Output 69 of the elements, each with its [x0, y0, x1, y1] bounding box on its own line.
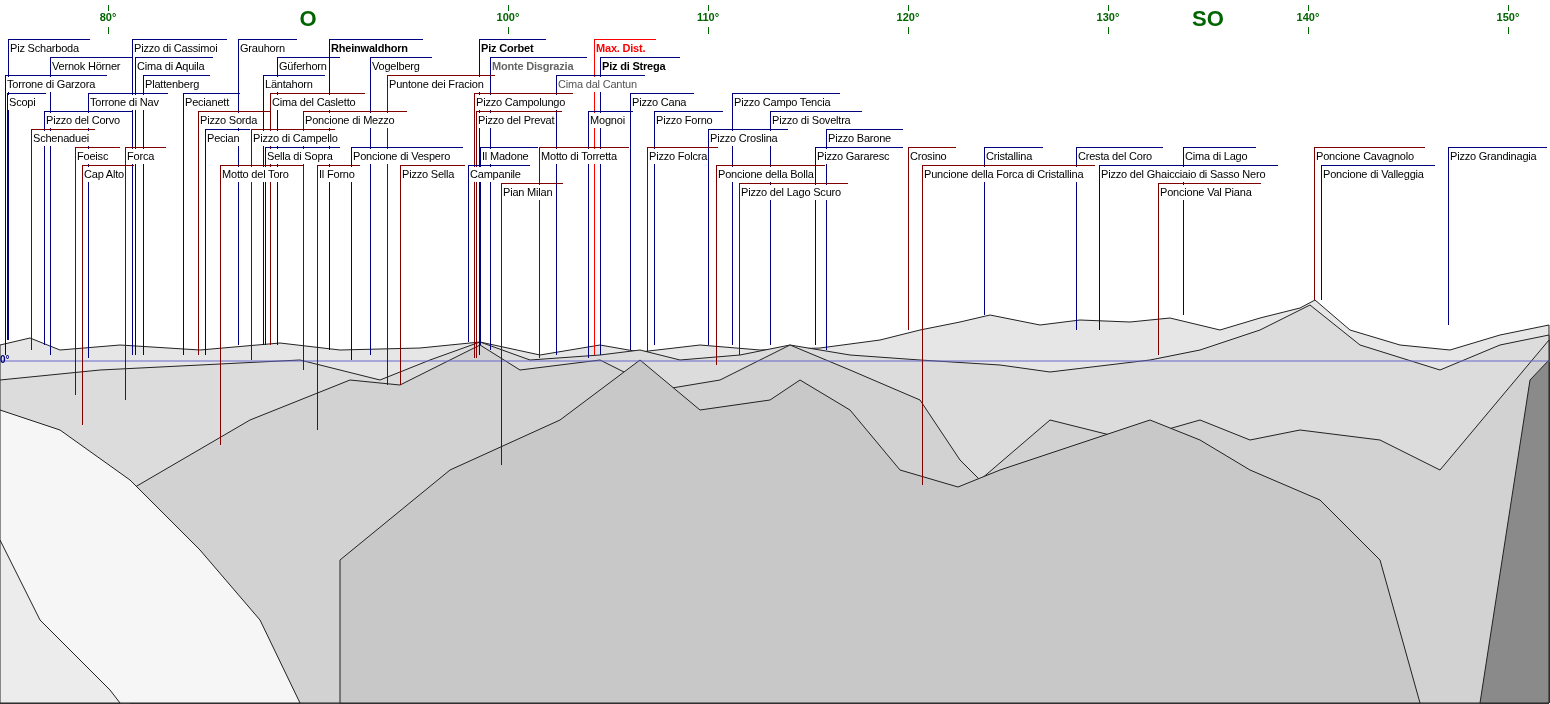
tick-mark: [908, 5, 909, 11]
peak-label: Pizzo di Campello: [252, 131, 339, 146]
tick-mark: [1108, 27, 1109, 34]
tick-mark: [108, 27, 109, 34]
degree-label: 120°: [896, 10, 920, 24]
degree-label: 100°: [496, 10, 520, 24]
peak-label: Pecian: [206, 131, 241, 146]
peak-label: Foeisc: [76, 149, 110, 164]
tick-mark: [108, 5, 109, 11]
tick-mark: [1308, 27, 1309, 34]
peak-label: Pizzo Sorda: [199, 113, 259, 128]
peak-label: Poncione di Valleggia: [1322, 167, 1425, 182]
degree-label: 140°: [1296, 10, 1320, 24]
peak-label: Poncione Cavagnolo: [1315, 149, 1415, 164]
peak-label: Cap Alto: [83, 167, 125, 182]
peak-label: Cima del Casletto: [271, 95, 357, 110]
peak-label: Motto di Torretta: [540, 149, 618, 164]
peak-label: Poncione della Bolla: [717, 167, 815, 182]
peak-label: Torrone di Nav: [89, 95, 160, 110]
tick-mark: [708, 27, 709, 34]
peak-label: Vogelberg: [371, 59, 421, 74]
peak-label: Schenaduei: [32, 131, 91, 146]
compass-direction: O: [299, 6, 317, 32]
peak-label: Poncione Val Piana: [1159, 185, 1253, 200]
tick-mark: [508, 5, 509, 11]
peak-label: Il Forno: [318, 167, 356, 182]
peak-label: Pizzo Campo Tencia: [733, 95, 832, 110]
peak-label: Motto del Toro: [221, 167, 290, 182]
peak-label: Forca: [126, 149, 156, 164]
peak-label: Sella di Sopra: [266, 149, 334, 164]
peak-label: Pizzo Grandinagia: [1449, 149, 1538, 164]
degree-label: 150°: [1496, 10, 1520, 24]
peak-label: Il Madone: [481, 149, 530, 164]
peak-label: Pizzo Croslina: [709, 131, 779, 146]
peak-label: Poncione di Vespero: [352, 149, 452, 164]
peak-label: Cima dal Cantun: [557, 77, 638, 92]
peak-label: Plattenberg: [144, 77, 201, 92]
compass-direction: SO: [1192, 6, 1224, 32]
peak-label: Puntone dei Fracion: [388, 77, 485, 92]
tick-mark: [1508, 27, 1509, 34]
tick-mark: [1108, 5, 1109, 11]
degree-label: 110°: [696, 10, 720, 24]
peak-label: Pizzo del Ghaicciaio di Sasso Nero: [1100, 167, 1267, 182]
horizon-label: 0°: [0, 354, 10, 366]
peak-label: Torrone di Garzora: [6, 77, 97, 92]
peak-label: Pizzo del Corvo: [45, 113, 122, 128]
peak-label: Läntahorn: [264, 77, 314, 92]
tick-mark: [708, 5, 709, 11]
peak-label: Pian Milan: [502, 185, 554, 200]
peak-label: Cima di Aquila: [136, 59, 206, 74]
peak-label: Puncione della Forca di Cristallina: [923, 167, 1085, 182]
tick-mark: [908, 27, 909, 34]
tick-mark: [1508, 5, 1509, 11]
peak-label: Pizzo Gararesc: [816, 149, 891, 164]
peak-label: Scopi: [8, 95, 37, 110]
degree-label: 130°: [1096, 10, 1120, 24]
peak-label: Campanile: [469, 167, 522, 182]
tick-mark: [508, 27, 509, 34]
peak-label: Poncione di Mezzo: [304, 113, 396, 128]
peak-label: Mognoi: [589, 113, 626, 128]
peak-label: Monte Disgrazia: [491, 59, 575, 74]
peak-label: Pizzo Campolungo: [475, 95, 567, 110]
peak-label: Pizzo del Lago Scuro: [740, 185, 842, 200]
peak-label: Piz di Strega: [601, 59, 667, 74]
peak-label: Cima di Lago: [1184, 149, 1249, 164]
peak-label: Pizzo Folcra: [648, 149, 709, 164]
degree-label: 80°: [99, 10, 117, 24]
peak-label: Pizzo del Prevat: [477, 113, 556, 128]
tick-mark: [1308, 5, 1309, 11]
